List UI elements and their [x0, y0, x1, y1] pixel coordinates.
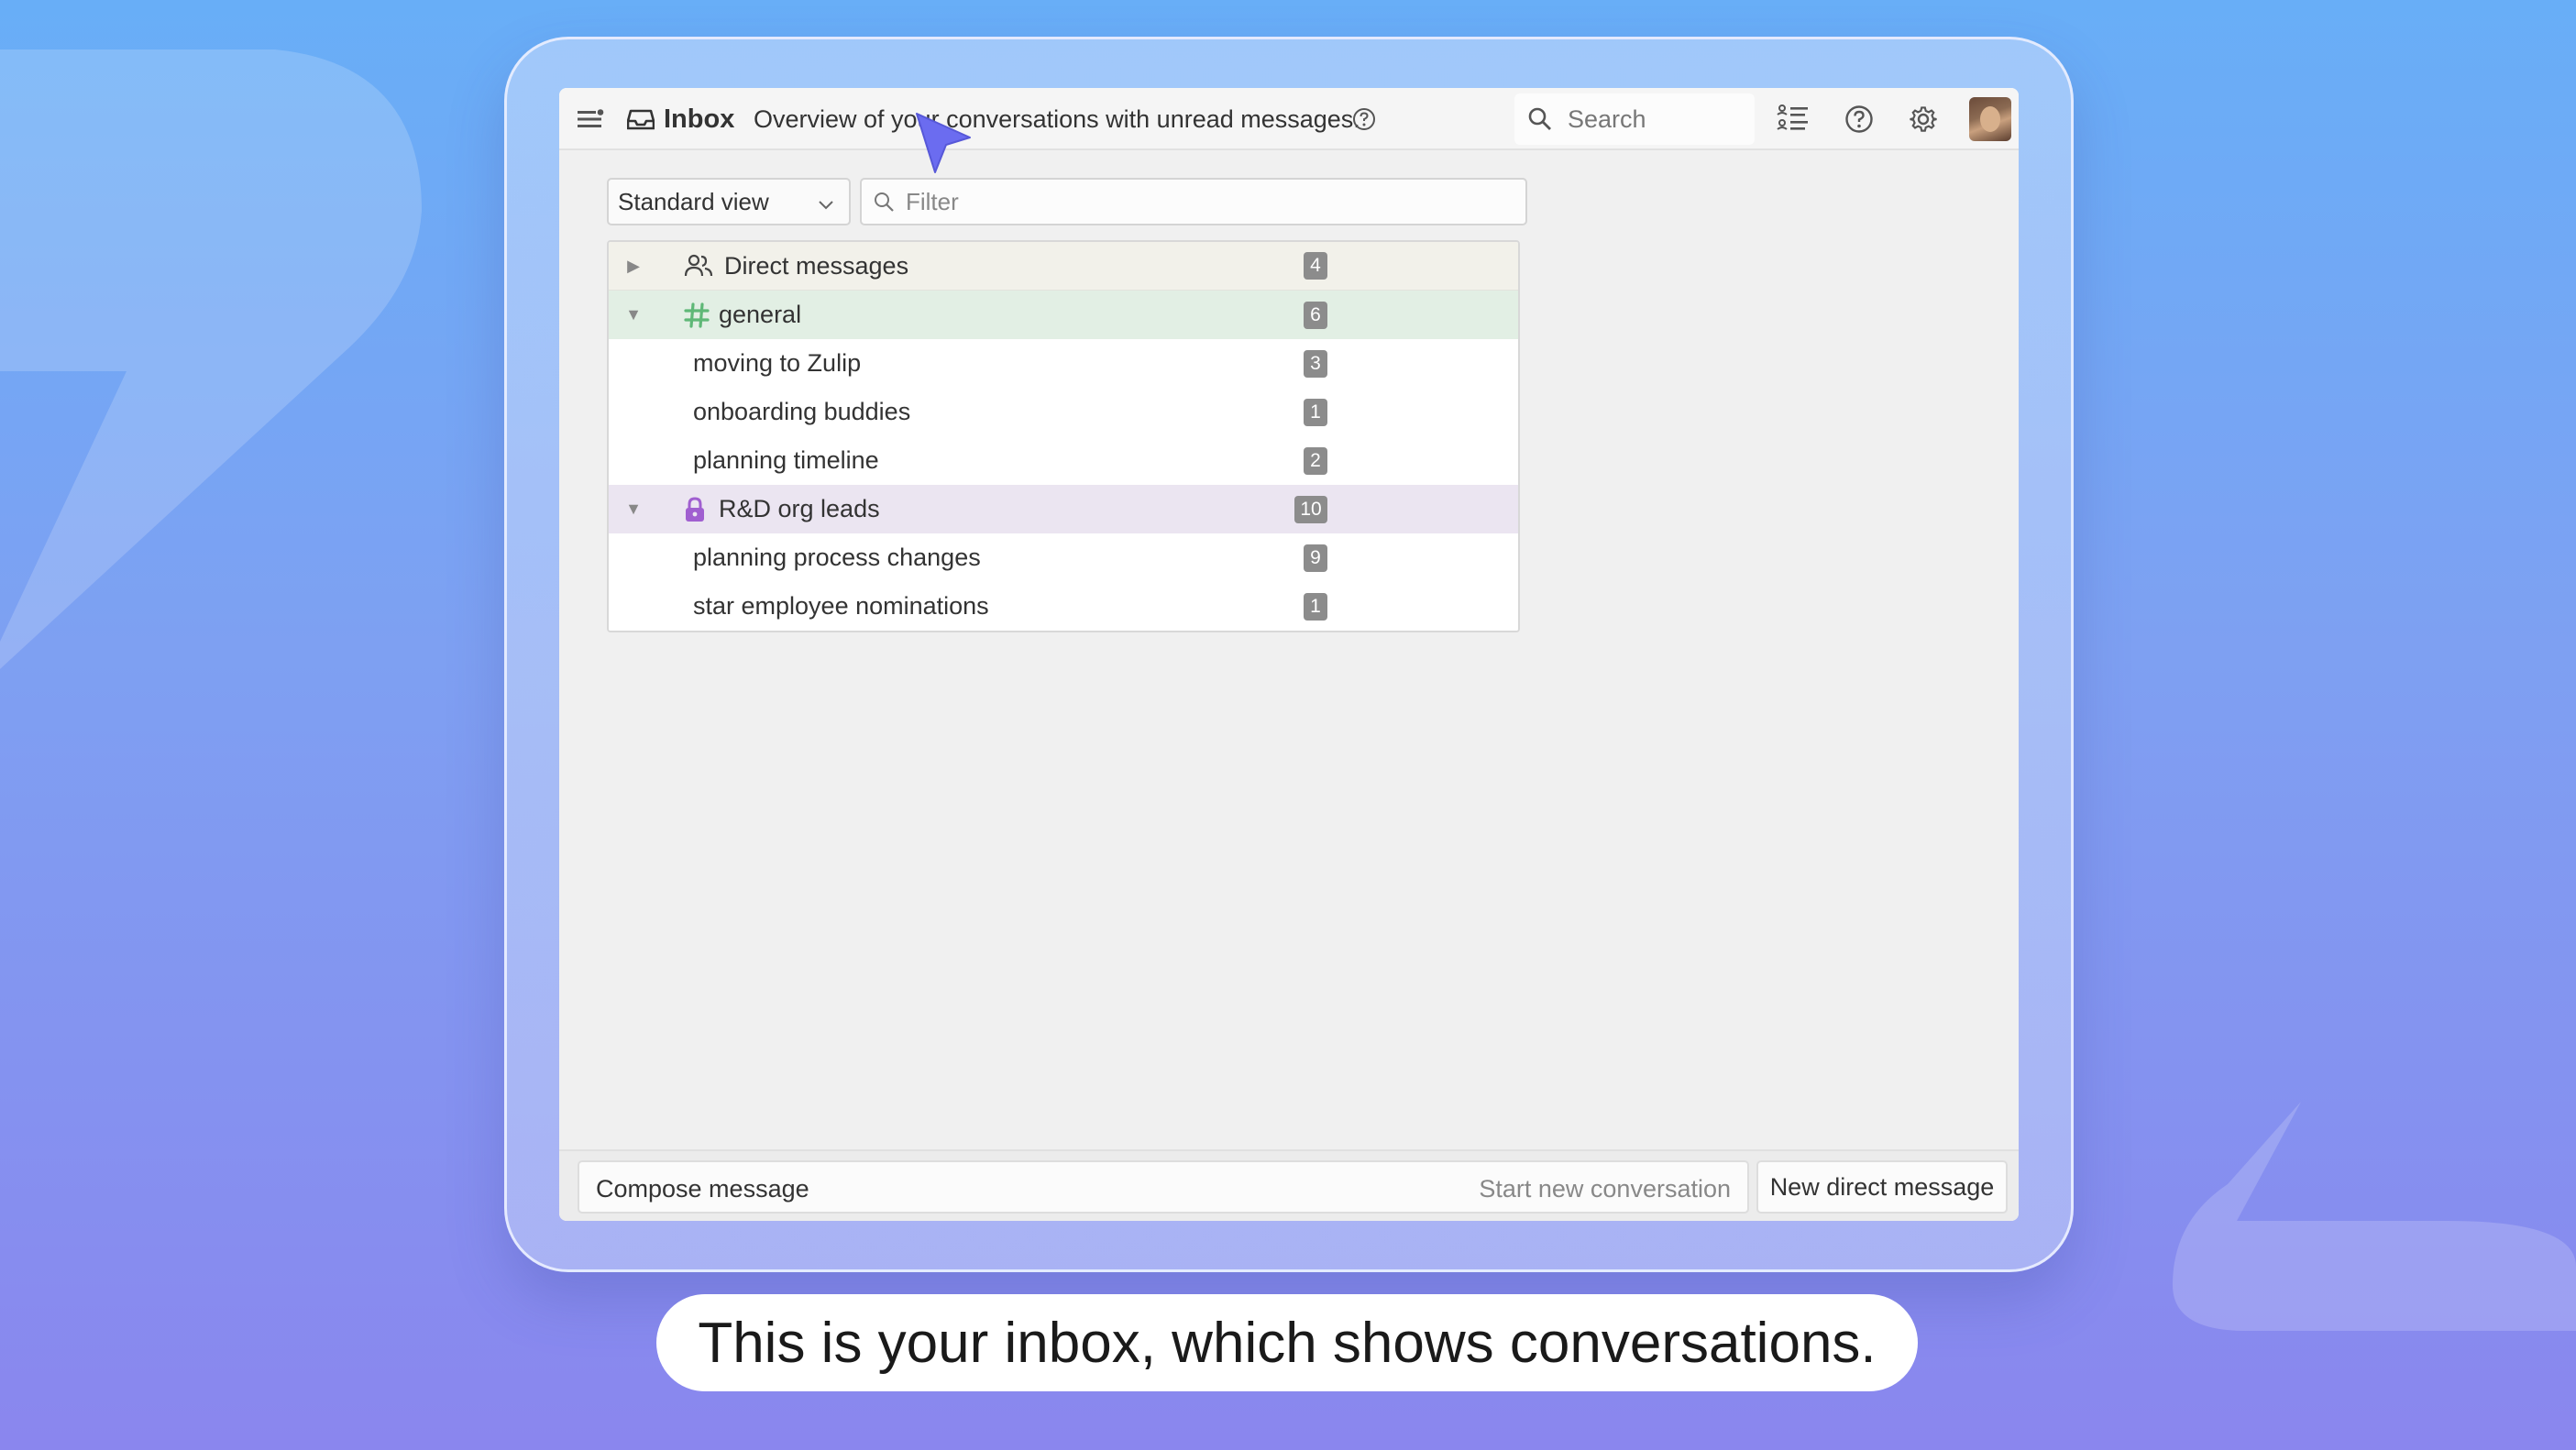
- compose-message-label: Compose message: [596, 1175, 809, 1203]
- users-icon: [684, 254, 713, 278]
- channel-header-rd-org-leads[interactable]: ▼ R&D org leads 10: [609, 485, 1518, 533]
- user-list-icon[interactable]: [1767, 88, 1819, 150]
- new-direct-message-button[interactable]: New direct message: [1756, 1160, 2008, 1214]
- inbox-icon: [625, 88, 656, 150]
- unread-count-badge: 9: [1304, 544, 1327, 572]
- unread-count-badge: 10: [1294, 495, 1327, 523]
- topic-name: onboarding buddies: [693, 398, 911, 425]
- topic-row[interactable]: planning timeline 2: [609, 436, 1518, 485]
- filter-input[interactable]: [906, 187, 1456, 216]
- topic-name: star employee nominations: [693, 592, 989, 620]
- page-description: Overview of your conversations with unre…: [754, 104, 1360, 133]
- settings-gear-icon[interactable]: [1898, 88, 1949, 150]
- unread-count-badge: 6: [1304, 301, 1327, 329]
- sidebar-menu-icon[interactable]: [574, 88, 607, 150]
- unread-count-badge: 1: [1304, 398, 1327, 426]
- inbox-list: ▶ Direct messages 4 ▼ general 6 moving t…: [607, 240, 1520, 632]
- direct-messages-header[interactable]: ▶ Direct messages 4: [609, 242, 1518, 291]
- search-box[interactable]: [1514, 93, 1755, 145]
- user-avatar[interactable]: [1969, 97, 2011, 141]
- help-circle-icon[interactable]: [1352, 88, 1376, 150]
- expand-caret-icon[interactable]: ▶: [622, 257, 645, 276]
- topic-name: moving to Zulip: [693, 349, 862, 377]
- direct-messages-label: Direct messages: [724, 251, 909, 280]
- view-select-value: Standard view: [618, 187, 769, 215]
- start-new-conversation-link[interactable]: Start new conversation: [1479, 1175, 1731, 1203]
- page-title: Inbox: [664, 104, 735, 134]
- topic-row[interactable]: moving to Zulip 3: [609, 339, 1518, 388]
- top-navbar: Inbox Overview of your conversations wit…: [559, 88, 2019, 150]
- help-menu-icon[interactable]: [1833, 88, 1885, 150]
- pointer-cursor-icon: [916, 113, 971, 173]
- channel-header-general[interactable]: ▼ general 6: [609, 291, 1518, 339]
- compose-bar: Compose message Start new conversation N…: [559, 1149, 2019, 1221]
- topic-row[interactable]: star employee nominations 1: [609, 582, 1518, 631]
- topic-row[interactable]: onboarding buddies 1: [609, 388, 1518, 436]
- unread-count-badge: 4: [1304, 252, 1327, 280]
- topic-row[interactable]: planning process changes 9: [609, 533, 1518, 582]
- collapse-caret-icon[interactable]: ▼: [622, 500, 645, 519]
- chevron-down-icon: [816, 192, 836, 221]
- unread-count-badge: 3: [1304, 349, 1327, 378]
- caption-banner: This is your inbox, which shows conversa…: [656, 1294, 1918, 1391]
- collapse-caret-icon[interactable]: ▼: [622, 305, 645, 324]
- background-logo-shape: [0, 49, 422, 669]
- search-input[interactable]: [1568, 104, 1733, 134]
- filter-search-icon: [873, 191, 895, 213]
- lock-icon: [684, 496, 706, 522]
- unread-count-badge: 1: [1304, 592, 1327, 621]
- compose-message-box[interactable]: Compose message Start new conversation: [578, 1160, 1749, 1214]
- search-icon: [1527, 106, 1553, 132]
- hash-icon: [684, 302, 710, 328]
- view-select-dropdown[interactable]: Standard view: [607, 178, 851, 225]
- background-quote-shape: [2173, 1102, 2576, 1331]
- unread-count-badge: 2: [1304, 446, 1327, 475]
- topic-name: planning timeline: [693, 446, 879, 474]
- app-window: Inbox Overview of your conversations wit…: [559, 88, 2019, 1221]
- topic-name: planning process changes: [693, 544, 981, 571]
- filter-box[interactable]: [860, 178, 1527, 225]
- channel-name: general: [719, 301, 802, 328]
- channel-name: R&D org leads: [719, 495, 880, 522]
